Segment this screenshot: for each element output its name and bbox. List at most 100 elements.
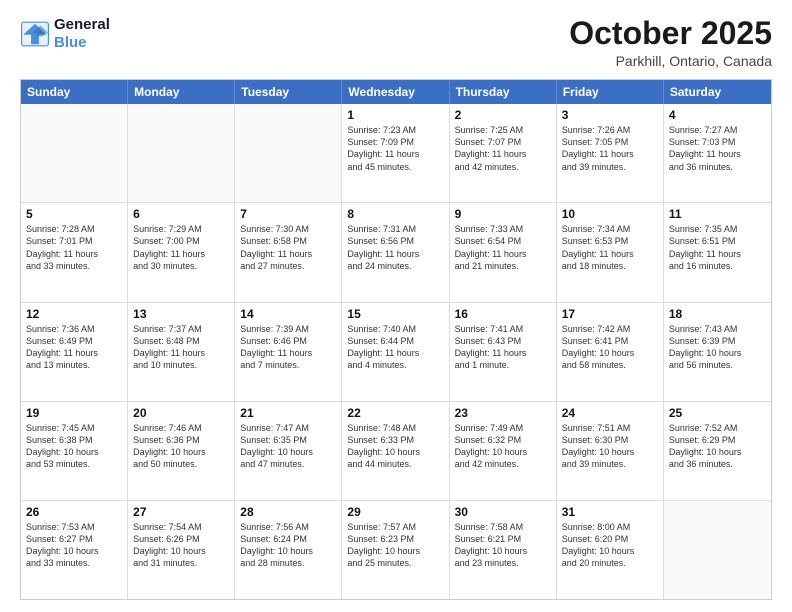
calendar-cell: 3 Sunrise: 7:26 AMSunset: 7:05 PMDaylight…	[557, 104, 664, 202]
header-cell-saturday: Saturday	[664, 80, 771, 104]
cell-text: Sunrise: 7:36 AMSunset: 6:49 PMDaylight:…	[26, 323, 122, 372]
calendar: SundayMondayTuesdayWednesdayThursdayFrid…	[20, 79, 772, 600]
header-cell-monday: Monday	[128, 80, 235, 104]
calendar-cell: 4 Sunrise: 7:27 AMSunset: 7:03 PMDaylight…	[664, 104, 771, 202]
day-number: 30	[455, 505, 551, 519]
calendar-row-2: 12 Sunrise: 7:36 AMSunset: 6:49 PMDayligh…	[21, 302, 771, 401]
calendar-cell: 19 Sunrise: 7:45 AMSunset: 6:38 PMDayligh…	[21, 402, 128, 500]
calendar-row-3: 19 Sunrise: 7:45 AMSunset: 6:38 PMDayligh…	[21, 401, 771, 500]
header-cell-sunday: Sunday	[21, 80, 128, 104]
calendar-cell: 31Sunrise: 8:00 AMSunset: 6:20 PMDayligh…	[557, 501, 664, 599]
calendar-cell: 27 Sunrise: 7:54 AMSunset: 6:26 PMDayligh…	[128, 501, 235, 599]
header: General Blue October 2025 Parkhill, Onta…	[20, 16, 772, 69]
location: Parkhill, Ontario, Canada	[569, 53, 772, 69]
cell-text: Sunrise: 7:58 AMSunset: 6:21 PMDaylight:…	[455, 521, 551, 570]
day-number: 2	[455, 108, 551, 122]
calendar-row-4: 26 Sunrise: 7:53 AMSunset: 6:27 PMDayligh…	[21, 500, 771, 599]
calendar-cell: 23 Sunrise: 7:49 AMSunset: 6:32 PMDayligh…	[450, 402, 557, 500]
cell-text: Sunrise: 7:34 AMSunset: 6:53 PMDaylight:…	[562, 223, 658, 272]
cell-text: Sunrise: 7:31 AMSunset: 6:56 PMDaylight:…	[347, 223, 443, 272]
cell-text: Sunrise: 7:35 AMSunset: 6:51 PMDaylight:…	[669, 223, 766, 272]
cell-text: Sunrise: 7:41 AMSunset: 6:43 PMDaylight:…	[455, 323, 551, 372]
cell-text: Sunrise: 7:48 AMSunset: 6:33 PMDaylight:…	[347, 422, 443, 471]
day-number: 8	[347, 207, 443, 221]
day-number: 27	[133, 505, 229, 519]
logo-icon	[20, 20, 50, 48]
calendar-cell: 1 Sunrise: 7:23 AMSunset: 7:09 PMDaylight…	[342, 104, 449, 202]
day-number: 24	[562, 406, 658, 420]
calendar-cell	[21, 104, 128, 202]
day-number: 20	[133, 406, 229, 420]
calendar-cell: 28 Sunrise: 7:56 AMSunset: 6:24 PMDayligh…	[235, 501, 342, 599]
calendar-cell	[128, 104, 235, 202]
cell-text: Sunrise: 7:30 AMSunset: 6:58 PMDaylight:…	[240, 223, 336, 272]
cell-text: Sunrise: 7:33 AMSunset: 6:54 PMDaylight:…	[455, 223, 551, 272]
cell-text: Sunrise: 7:25 AMSunset: 7:07 PMDaylight:…	[455, 124, 551, 173]
month-title: October 2025	[569, 16, 772, 51]
title-block: October 2025 Parkhill, Ontario, Canada	[569, 16, 772, 69]
cell-text: Sunrise: 7:26 AMSunset: 7:05 PMDaylight:…	[562, 124, 658, 173]
cell-text: Sunrise: 7:47 AMSunset: 6:35 PMDaylight:…	[240, 422, 336, 471]
header-cell-friday: Friday	[557, 80, 664, 104]
day-number: 1	[347, 108, 443, 122]
calendar-row-0: 1 Sunrise: 7:23 AMSunset: 7:09 PMDaylight…	[21, 104, 771, 202]
day-number: 3	[562, 108, 658, 122]
calendar-cell: 13Sunrise: 7:37 AMSunset: 6:48 PMDayligh…	[128, 303, 235, 401]
calendar-cell: 7Sunrise: 7:30 AMSunset: 6:58 PMDaylight…	[235, 203, 342, 301]
day-number: 4	[669, 108, 766, 122]
day-number: 29	[347, 505, 443, 519]
cell-text: Sunrise: 7:29 AMSunset: 7:00 PMDaylight:…	[133, 223, 229, 272]
cell-text: Sunrise: 7:53 AMSunset: 6:27 PMDaylight:…	[26, 521, 122, 570]
calendar-cell	[664, 501, 771, 599]
calendar-cell: 25Sunrise: 7:52 AMSunset: 6:29 PMDayligh…	[664, 402, 771, 500]
calendar-cell: 26 Sunrise: 7:53 AMSunset: 6:27 PMDayligh…	[21, 501, 128, 599]
day-number: 28	[240, 505, 336, 519]
cell-text: Sunrise: 7:54 AMSunset: 6:26 PMDaylight:…	[133, 521, 229, 570]
day-number: 19	[26, 406, 122, 420]
cell-text: Sunrise: 7:40 AMSunset: 6:44 PMDaylight:…	[347, 323, 443, 372]
cell-text: Sunrise: 7:57 AMSunset: 6:23 PMDaylight:…	[347, 521, 443, 570]
day-number: 5	[26, 207, 122, 221]
cell-text: Sunrise: 7:49 AMSunset: 6:32 PMDaylight:…	[455, 422, 551, 471]
cell-text: Sunrise: 7:56 AMSunset: 6:24 PMDaylight:…	[240, 521, 336, 570]
day-number: 16	[455, 307, 551, 321]
calendar-cell: 2 Sunrise: 7:25 AMSunset: 7:07 PMDaylight…	[450, 104, 557, 202]
calendar-cell: 21Sunrise: 7:47 AMSunset: 6:35 PMDayligh…	[235, 402, 342, 500]
day-number: 17	[562, 307, 658, 321]
calendar-cell: 20 Sunrise: 7:46 AMSunset: 6:36 PMDayligh…	[128, 402, 235, 500]
header-cell-thursday: Thursday	[450, 80, 557, 104]
cell-text: Sunrise: 7:52 AMSunset: 6:29 PMDaylight:…	[669, 422, 766, 471]
day-number: 9	[455, 207, 551, 221]
calendar-cell: 16 Sunrise: 7:41 AMSunset: 6:43 PMDayligh…	[450, 303, 557, 401]
day-number: 12	[26, 307, 122, 321]
cell-text: Sunrise: 7:27 AMSunset: 7:03 PMDaylight:…	[669, 124, 766, 173]
day-number: 6	[133, 207, 229, 221]
cell-text: Sunrise: 7:45 AMSunset: 6:38 PMDaylight:…	[26, 422, 122, 471]
calendar-cell: 18 Sunrise: 7:43 AMSunset: 6:39 PMDayligh…	[664, 303, 771, 401]
page: General Blue October 2025 Parkhill, Onta…	[0, 0, 792, 612]
calendar-header: SundayMondayTuesdayWednesdayThursdayFrid…	[21, 80, 771, 104]
day-number: 22	[347, 406, 443, 420]
calendar-cell: 14Sunrise: 7:39 AMSunset: 6:46 PMDayligh…	[235, 303, 342, 401]
calendar-cell: 5Sunrise: 7:28 AMSunset: 7:01 PMDaylight…	[21, 203, 128, 301]
cell-text: Sunrise: 7:37 AMSunset: 6:48 PMDaylight:…	[133, 323, 229, 372]
cell-text: Sunrise: 7:43 AMSunset: 6:39 PMDaylight:…	[669, 323, 766, 372]
day-number: 18	[669, 307, 766, 321]
logo-text: General Blue	[54, 16, 110, 52]
day-number: 26	[26, 505, 122, 519]
calendar-cell: 30 Sunrise: 7:58 AMSunset: 6:21 PMDayligh…	[450, 501, 557, 599]
header-cell-tuesday: Tuesday	[235, 80, 342, 104]
calendar-cell: 17 Sunrise: 7:42 AMSunset: 6:41 PMDayligh…	[557, 303, 664, 401]
day-number: 23	[455, 406, 551, 420]
calendar-cell: 8 Sunrise: 7:31 AMSunset: 6:56 PMDaylight…	[342, 203, 449, 301]
calendar-cell: 29 Sunrise: 7:57 AMSunset: 6:23 PMDayligh…	[342, 501, 449, 599]
cell-text: Sunrise: 8:00 AMSunset: 6:20 PMDaylight:…	[562, 521, 658, 570]
day-number: 10	[562, 207, 658, 221]
day-number: 14	[240, 307, 336, 321]
cell-text: Sunrise: 7:46 AMSunset: 6:36 PMDaylight:…	[133, 422, 229, 471]
cell-text: Sunrise: 7:42 AMSunset: 6:41 PMDaylight:…	[562, 323, 658, 372]
cell-text: Sunrise: 7:23 AMSunset: 7:09 PMDaylight:…	[347, 124, 443, 173]
logo: General Blue	[20, 16, 110, 52]
calendar-cell: 9 Sunrise: 7:33 AMSunset: 6:54 PMDaylight…	[450, 203, 557, 301]
calendar-cell	[235, 104, 342, 202]
